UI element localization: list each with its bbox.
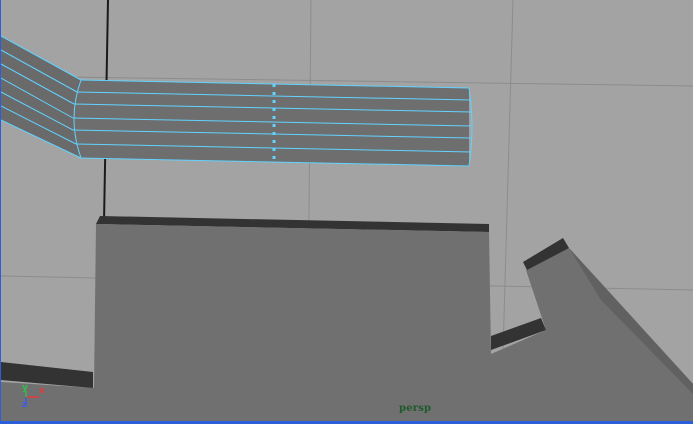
gizmo-x-label: x	[39, 386, 45, 396]
block-face	[1, 224, 693, 421]
selected-tube-mesh[interactable]	[1, 35, 473, 167]
block-mesh[interactable]	[1, 216, 693, 424]
gizmo-y-label: y	[22, 383, 28, 393]
gizmo-z-label: z	[22, 400, 28, 410]
perspective-viewport[interactable]: x y z persp	[0, 0, 693, 424]
camera-name-label: persp	[399, 403, 432, 414]
scene-canvas[interactable]	[1, 0, 693, 424]
tube-angled-segment	[1, 36, 81, 158]
